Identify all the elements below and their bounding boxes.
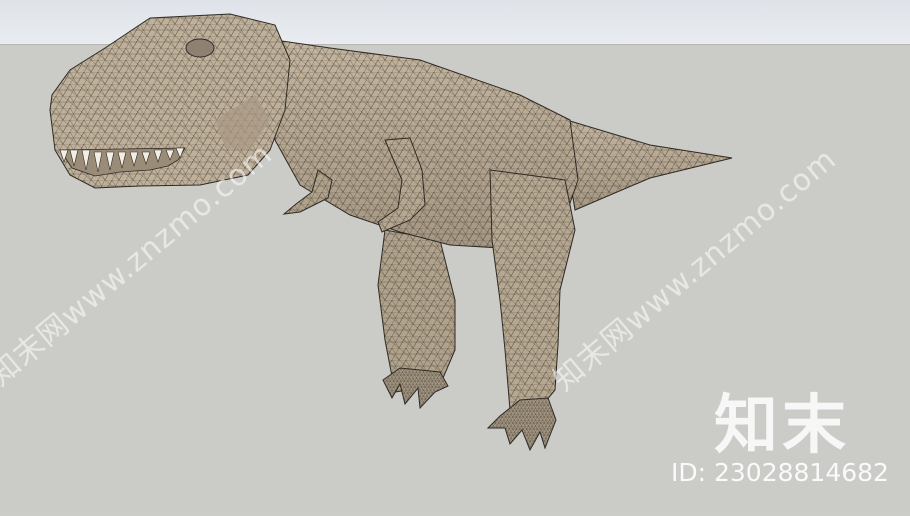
right-leg [486,169,576,452]
eye [185,38,215,58]
brand-logo: 知末 [714,389,850,463]
asset-id-label: ID: 2302881468​2 [671,458,889,487]
left-leg [377,229,456,410]
tail [559,117,733,211]
